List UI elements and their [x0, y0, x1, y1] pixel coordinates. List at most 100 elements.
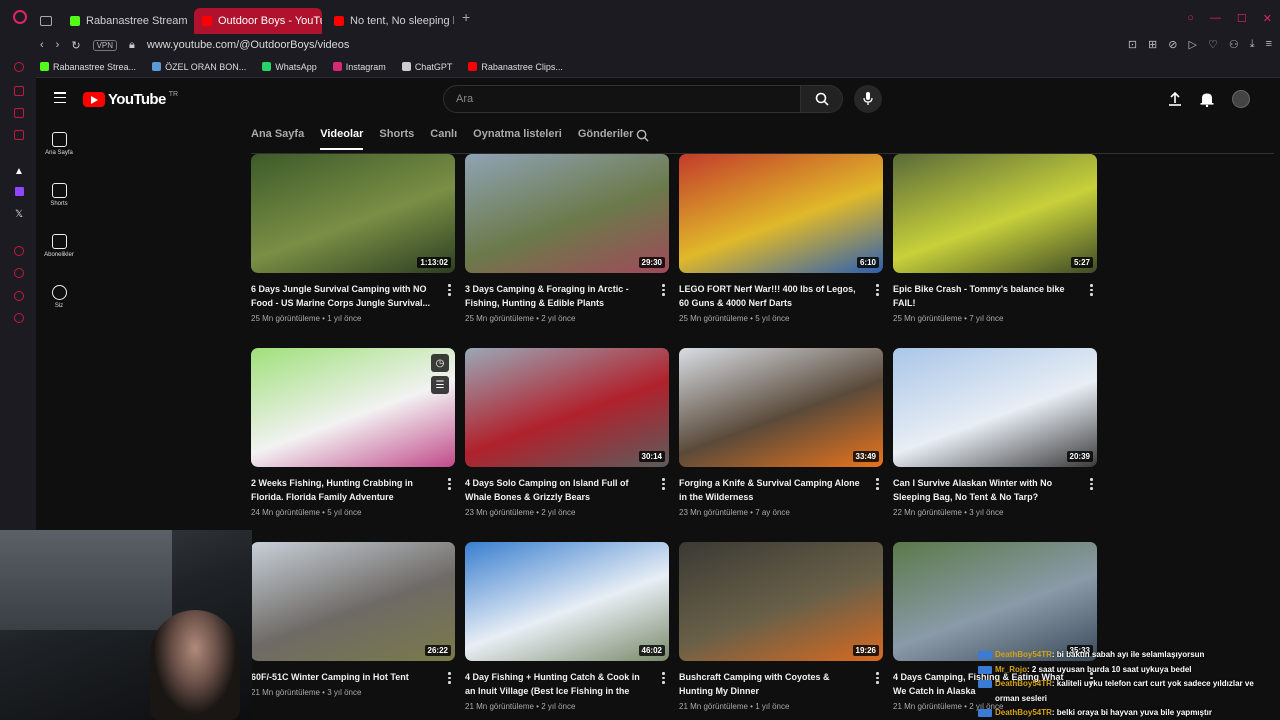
- reload-button[interactable]: ↻: [71, 39, 80, 52]
- avatar[interactable]: [1232, 90, 1250, 108]
- bookmark-item[interactable]: WhatsApp: [262, 62, 317, 72]
- play-icon[interactable]: ▷: [1188, 38, 1196, 51]
- more-actions-icon[interactable]: [448, 672, 451, 686]
- video-title[interactable]: 6 Days Jungle Survival Camping with NO F…: [251, 282, 433, 310]
- video-card[interactable]: 20:39 Can I Survive Alaskan Winter with N…: [893, 348, 1097, 517]
- video-title[interactable]: 4 Days Solo Camping on Island Full of Wh…: [465, 476, 647, 504]
- twitch-icon[interactable]: [15, 187, 24, 196]
- guide-item[interactable]: Shorts: [36, 183, 82, 207]
- more-actions-icon[interactable]: [1090, 478, 1093, 492]
- history-icon[interactable]: [14, 268, 24, 278]
- menu-hamburger-icon[interactable]: [54, 92, 66, 106]
- aria-icon[interactable]: [14, 86, 24, 96]
- video-thumbnail[interactable]: 5:27: [893, 154, 1097, 273]
- video-title[interactable]: Epic Bike Crash - Tommy's balance bike F…: [893, 282, 1075, 310]
- more-actions-icon[interactable]: [662, 672, 665, 686]
- video-title[interactable]: LEGO FORT Nerf War!!! 400 lbs of Legos, …: [679, 282, 861, 310]
- guide-item[interactable]: Ana Sayfa: [36, 132, 82, 156]
- browser-tab[interactable]: Outdoor Boys - YouTube: [194, 8, 322, 34]
- video-title[interactable]: 4 Day Fishing + Hunting Catch & Cook in …: [465, 670, 647, 698]
- vpn-badge[interactable]: VPN: [92, 39, 118, 51]
- notifications-bell-icon[interactable]: [1200, 92, 1214, 107]
- bookmark-item[interactable]: Rabanastree Clips...: [468, 62, 563, 72]
- settings-icon[interactable]: [14, 313, 24, 323]
- minimize-button[interactable]: —: [1210, 12, 1221, 25]
- menu-icon[interactable]: ≡: [1266, 38, 1272, 51]
- more-actions-icon[interactable]: [1090, 284, 1093, 298]
- video-thumbnail[interactable]: 19:26: [679, 542, 883, 661]
- video-thumbnail[interactable]: 35:33: [893, 542, 1097, 661]
- maximize-button[interactable]: ☐: [1237, 12, 1247, 25]
- snapshot-icon[interactable]: ⊞: [1148, 38, 1157, 51]
- search-button[interactable]: [801, 85, 843, 113]
- download-icon[interactable]: ⤓: [1250, 38, 1255, 51]
- video-thumbnail[interactable]: 1:13:02: [251, 154, 455, 273]
- player-icon[interactable]: [14, 246, 24, 256]
- bookmark-item[interactable]: ÖZEL ORAN BON...: [152, 62, 246, 72]
- more-actions-icon[interactable]: [876, 478, 879, 492]
- tab-overview-icon[interactable]: [40, 16, 52, 26]
- more-actions-icon[interactable]: [876, 672, 879, 686]
- guide-item[interactable]: Abonelikler: [36, 234, 82, 258]
- bookmark-icon[interactable]: ⊡: [1128, 38, 1137, 51]
- video-title[interactable]: Forging a Knife & Survival Camping Alone…: [679, 476, 861, 504]
- video-thumbnail[interactable]: ◷ ☰: [251, 348, 455, 467]
- channel-tab[interactable]: Shorts: [379, 128, 414, 152]
- guide-item[interactable]: Siz: [36, 285, 82, 309]
- more-actions-icon[interactable]: [662, 284, 665, 298]
- video-card[interactable]: 1:13:02 6 Days Jungle Survival Camping wi…: [251, 154, 455, 323]
- more-actions-icon[interactable]: [448, 284, 451, 298]
- heart-icon[interactable]: ♡: [1208, 38, 1218, 51]
- channel-tab[interactable]: Ana Sayfa: [251, 128, 304, 152]
- video-card[interactable]: 19:26 Bushcraft Camping with Coyotes & Hu…: [679, 542, 883, 711]
- forward-button[interactable]: ›: [56, 39, 60, 51]
- channel-search-icon[interactable]: [636, 129, 649, 142]
- close-window-button[interactable]: ✕: [1263, 12, 1272, 25]
- video-title[interactable]: 2 Weeks Fishing, Hunting Crabbing in Flo…: [251, 476, 433, 504]
- search-tabs-icon[interactable]: ○: [1187, 12, 1194, 25]
- opera-logo-icon[interactable]: [0, 10, 40, 24]
- more-actions-icon[interactable]: [876, 284, 879, 298]
- block-icon[interactable]: ⊘: [1168, 38, 1177, 51]
- video-card[interactable]: 26:22 60F/-51C Winter Camping in Hot Tent…: [251, 542, 455, 697]
- video-card[interactable]: 30:14 4 Days Solo Camping on Island Full …: [465, 348, 669, 517]
- video-thumbnail[interactable]: 46:02: [465, 542, 669, 661]
- kick-icon[interactable]: ▲: [14, 166, 24, 177]
- video-card[interactable]: 5:27 Epic Bike Crash - Tommy's balance bi…: [893, 154, 1097, 323]
- profile-icon[interactable]: ⚇: [1229, 38, 1239, 51]
- video-card[interactable]: 6:10 LEGO FORT Nerf War!!! 400 lbs of Leg…: [679, 154, 883, 323]
- video-card[interactable]: 29:30 3 Days Camping & Foraging in Arctic…: [465, 154, 669, 323]
- youtube-logo[interactable]: YouTube TR: [83, 91, 178, 108]
- address-bar-url[interactable]: www.youtube.com/@OutdoorBoys/videos: [147, 39, 350, 51]
- more-actions-icon[interactable]: [662, 478, 665, 492]
- video-thumbnail[interactable]: 33:49: [679, 348, 883, 467]
- channel-tab[interactable]: Gönderiler: [578, 128, 634, 152]
- pinboard-icon[interactable]: [14, 291, 24, 301]
- video-thumbnail[interactable]: 26:22: [251, 542, 455, 661]
- x-icon[interactable]: 𝕏: [15, 209, 23, 220]
- voice-search-button[interactable]: [854, 85, 882, 113]
- search-input[interactable]: Ara: [443, 85, 801, 113]
- video-thumbnail[interactable]: 30:14: [465, 348, 669, 467]
- video-card[interactable]: 46:02 4 Day Fishing + Hunting Catch & Coo…: [465, 542, 669, 711]
- extension-icon[interactable]: [14, 108, 24, 118]
- channel-tab[interactable]: Videolar: [320, 128, 364, 152]
- video-thumbnail[interactable]: 6:10: [679, 154, 883, 273]
- video-card[interactable]: 33:49 Forging a Knife & Survival Camping …: [679, 348, 883, 517]
- bookmark-item[interactable]: Instagram: [332, 62, 386, 72]
- video-card[interactable]: ◷ ☰ 2 Weeks Fishing, Hunting Crabbing in F…: [251, 348, 455, 517]
- bookmark-item[interactable]: ChatGPT: [401, 62, 452, 72]
- more-actions-icon[interactable]: [448, 478, 451, 492]
- messenger-icon[interactable]: [14, 62, 24, 72]
- upload-icon[interactable]: [1168, 92, 1182, 106]
- back-button[interactable]: ‹: [40, 39, 44, 51]
- news-icon[interactable]: [14, 130, 24, 140]
- add-to-queue-icon[interactable]: ☰: [431, 376, 449, 394]
- watch-later-icon[interactable]: ◷: [431, 354, 449, 372]
- video-title[interactable]: 60F/-51C Winter Camping in Hot Tent: [251, 670, 433, 684]
- video-title[interactable]: 3 Days Camping & Foraging in Arctic - Fi…: [465, 282, 647, 310]
- video-thumbnail[interactable]: 20:39: [893, 348, 1097, 467]
- new-tab-button[interactable]: +: [462, 9, 470, 25]
- browser-tab[interactable]: No tent, No sleeping bag: [326, 8, 454, 34]
- channel-tab[interactable]: Canlı: [430, 128, 457, 152]
